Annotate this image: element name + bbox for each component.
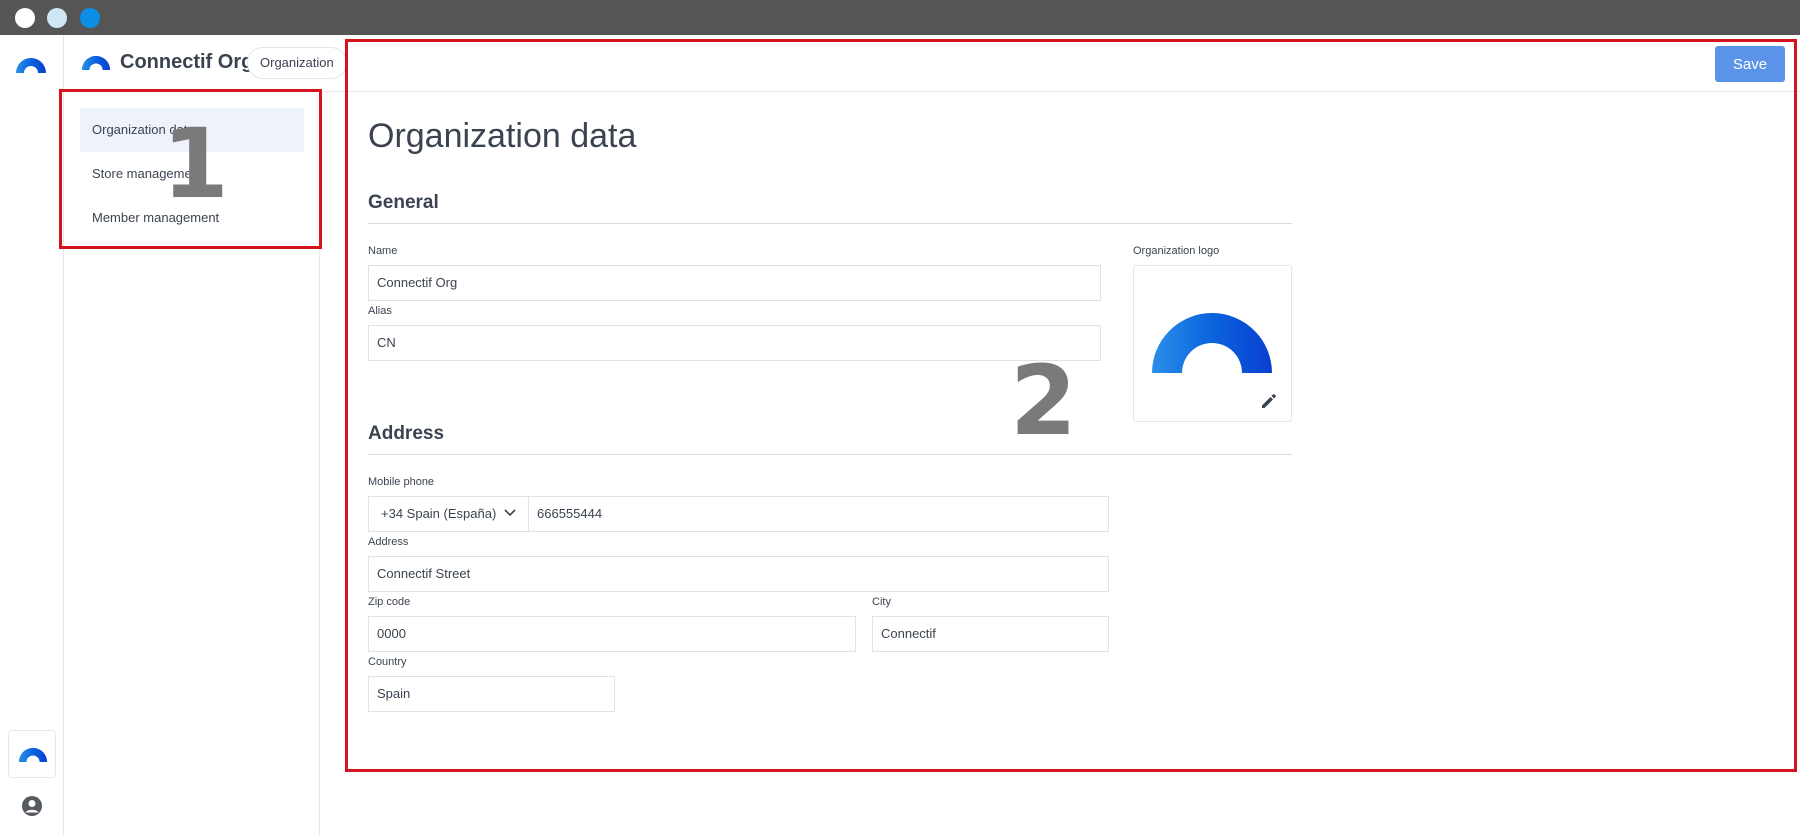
- window-title-bar: [0, 0, 1800, 35]
- app-rail: [0, 35, 64, 835]
- organization-name: Connectif Org: [120, 51, 254, 73]
- window-minimize-button[interactable]: [47, 8, 67, 28]
- connectif-logo-icon: [81, 55, 111, 71]
- connectif-logo-icon: [18, 747, 48, 763]
- annotation-number-1: 1: [162, 108, 229, 220]
- organization-chip[interactable]: Organization: [247, 47, 347, 79]
- window-close-button[interactable]: [15, 8, 35, 28]
- annotation-number-2: 2: [1010, 345, 1077, 457]
- window-maximize-button[interactable]: [80, 8, 100, 28]
- account-switcher[interactable]: [8, 730, 56, 778]
- connectif-logo-icon[interactable]: [14, 55, 48, 75]
- user-circle-icon[interactable]: [21, 795, 43, 817]
